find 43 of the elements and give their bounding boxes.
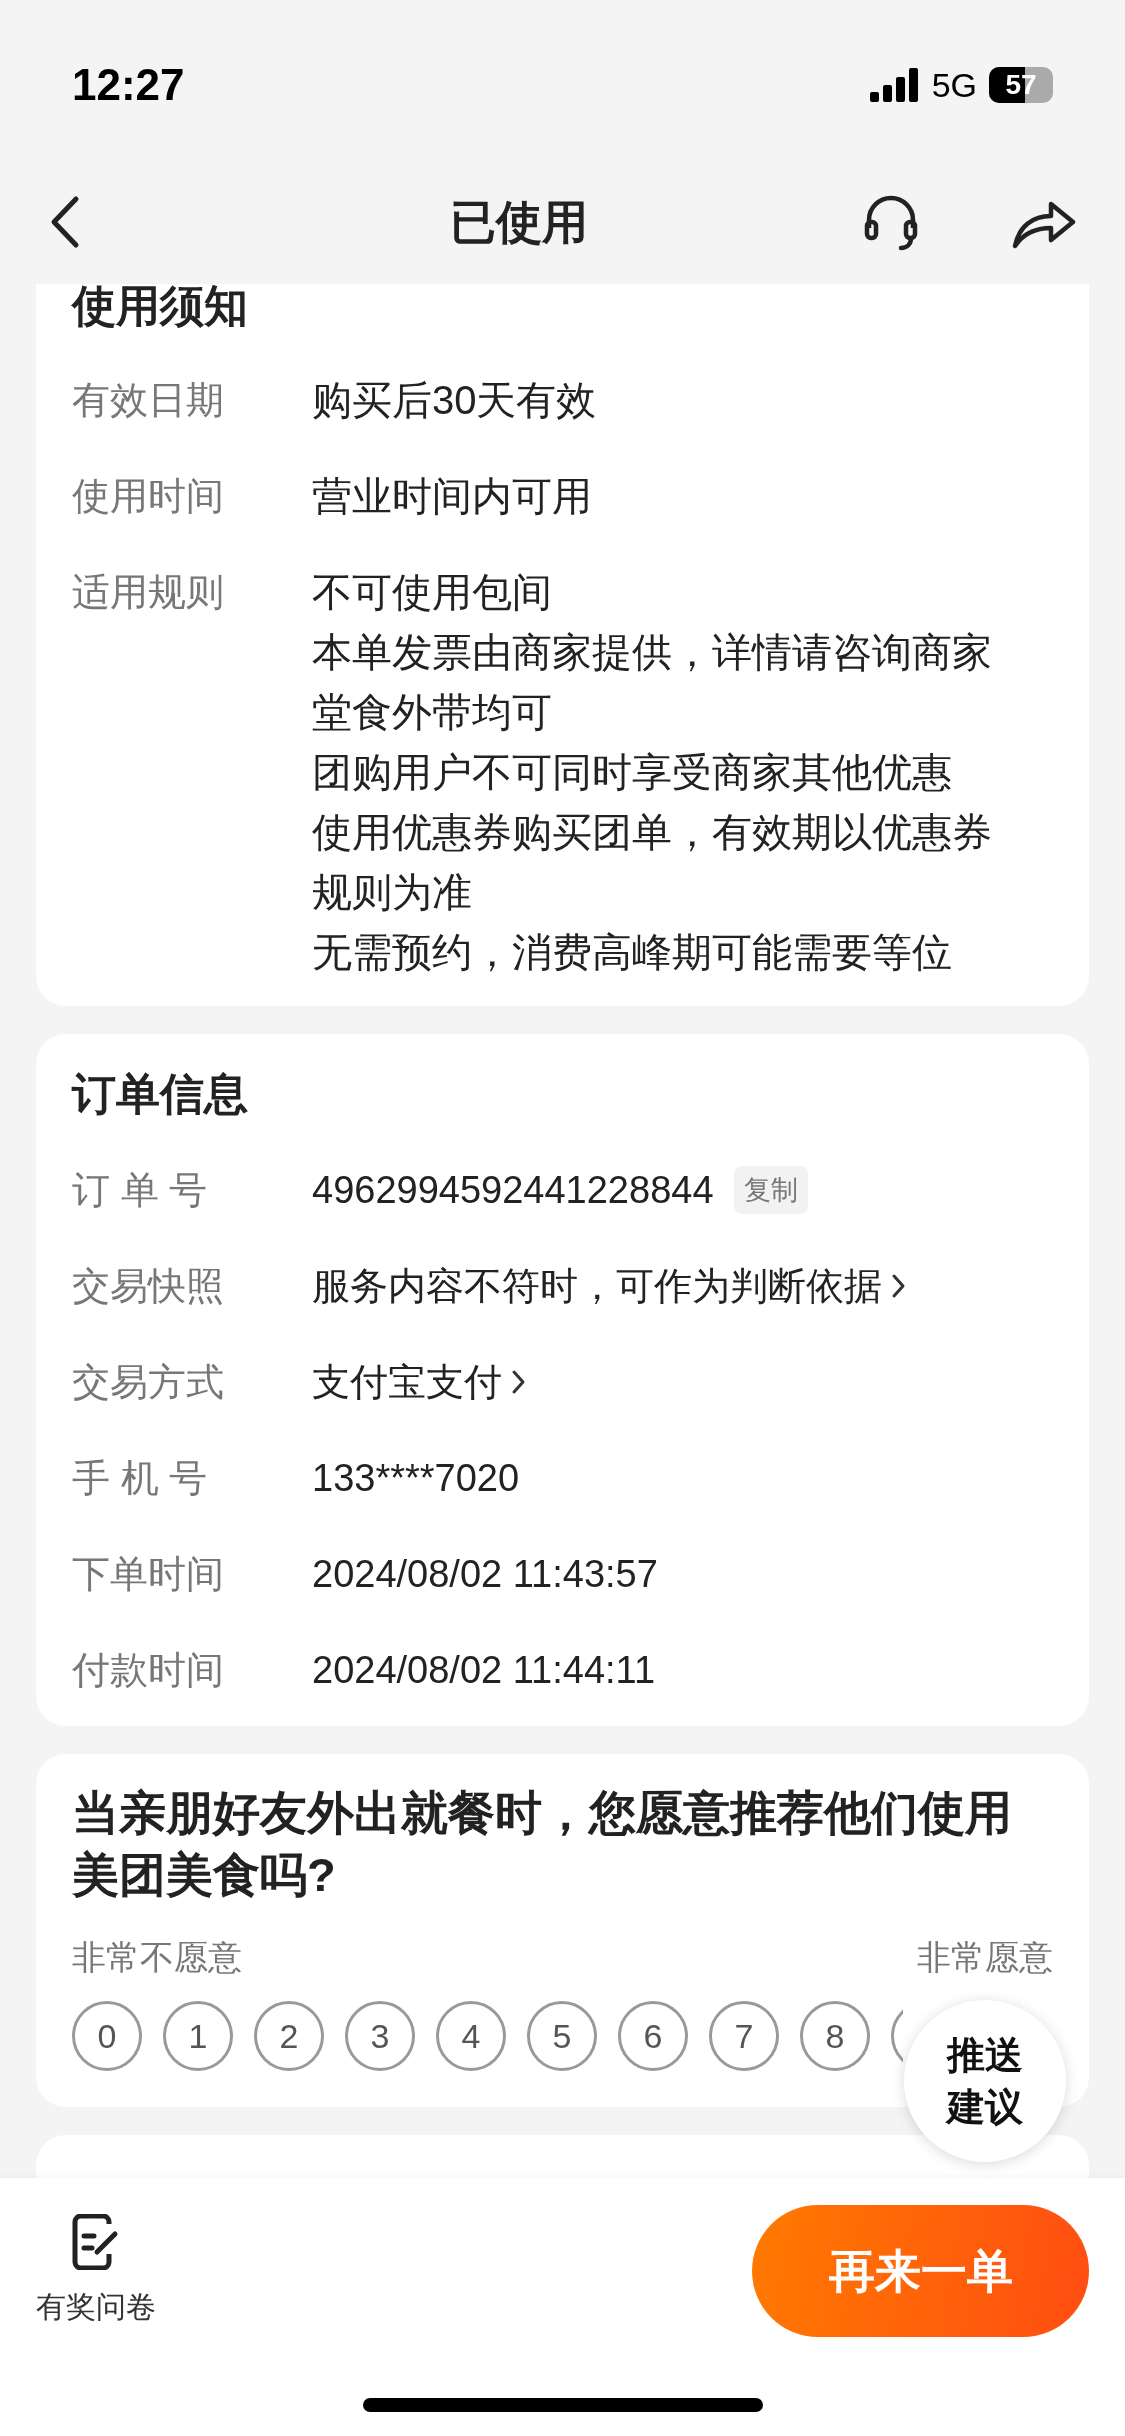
scale-high-label: 非常愿意: [917, 1937, 1053, 1978]
rating-option[interactable]: 7: [709, 2001, 779, 2071]
rating-option[interactable]: 6: [618, 2001, 688, 2071]
field-value: 堂食外带均可: [312, 689, 553, 736]
field-value: 无需预约，消费高峰期可能需要等位: [312, 929, 953, 976]
rating-option[interactable]: 8: [800, 2001, 870, 2071]
field-value: 购买后30天有效: [312, 377, 598, 424]
field-value: 使用优惠券购买团单，有效期以优惠券规则为准: [312, 809, 993, 916]
scale-low-label: 非常不愿意: [72, 1937, 242, 1978]
field-link[interactable]: 支付宝支付: [312, 1353, 528, 1411]
copy-button[interactable]: 复制: [733, 1165, 808, 1215]
rating-option[interactable]: 5: [527, 2001, 597, 2071]
field-label: 下单时间: [72, 1551, 225, 1597]
field-value: 4962994592441228844: [312, 1167, 714, 1213]
field-value: 团购用户不可同时享受商家其他优惠: [312, 749, 953, 796]
field-label: 交易快照: [72, 1263, 225, 1309]
field-link[interactable]: 服务内容不符时，可作为判断依据: [312, 1257, 908, 1315]
field-label: 适用规则: [72, 570, 225, 615]
rating-option[interactable]: 1: [163, 2001, 233, 2071]
field-value: 2024/08/02 11:43:57: [312, 1551, 658, 1597]
field-label: 交易方式: [72, 1359, 225, 1405]
survey-link[interactable]: 有奖问卷: [36, 2213, 156, 2329]
field-value: 不可使用包间: [312, 569, 553, 616]
card-title: 订单信息: [72, 1068, 249, 1120]
field-value: 营业时间内可用: [312, 473, 593, 520]
field-label: 有效日期: [72, 378, 225, 423]
rating-option[interactable]: 3: [345, 2001, 415, 2071]
field-value: 本单发票由商家提供，详情请咨询商家: [312, 629, 993, 676]
field-label: 使用时间: [72, 474, 225, 519]
signal-icon: [869, 68, 920, 102]
rating-option[interactable]: 0: [72, 2001, 142, 2071]
field-label: 付款时间: [72, 1647, 225, 1693]
field-value: 133****7020: [312, 1455, 520, 1501]
field-value: 2024/08/02 11:44:11: [312, 1647, 656, 1693]
status-time: 12:27: [72, 59, 185, 111]
card-title: 使用须知: [72, 284, 249, 332]
field-label: 手 机 号: [72, 1455, 209, 1501]
rating-option[interactable]: 4: [436, 2001, 506, 2071]
page-title: 已使用: [449, 194, 588, 250]
survey-question: 当亲朋好友外出就餐时，您愿意推荐他们使用美团美食吗?: [72, 1785, 1013, 1903]
network-label: 5G: [931, 64, 977, 106]
field-label: 订 单 号: [72, 1167, 209, 1213]
rating-option[interactable]: 2: [254, 2001, 324, 2071]
